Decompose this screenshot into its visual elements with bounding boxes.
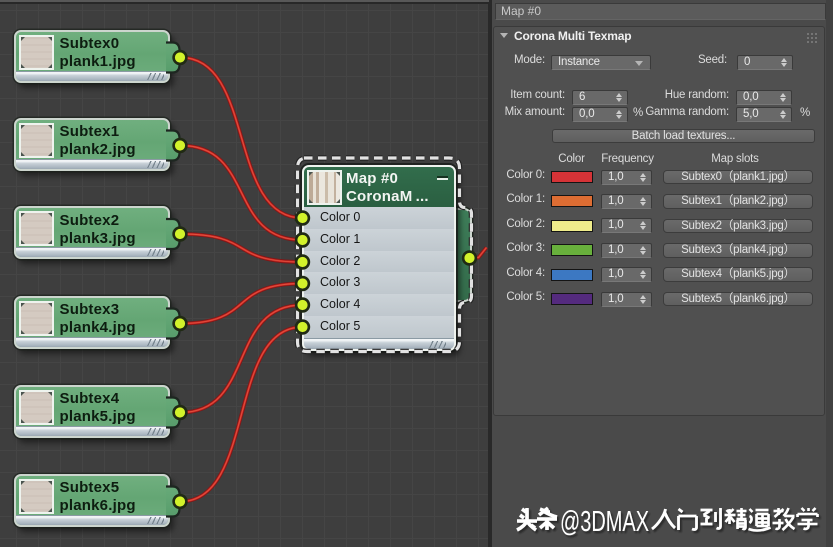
svg-text:@3DMAX: @3DMAX (560, 506, 649, 538)
